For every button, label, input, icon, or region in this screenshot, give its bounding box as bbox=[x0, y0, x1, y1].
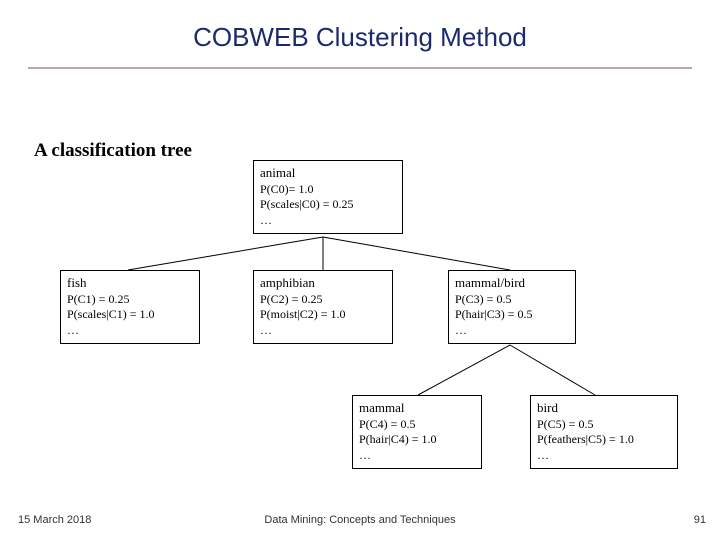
node-cond: P(moist|C2) = 1.0 bbox=[260, 307, 386, 323]
node-label: fish bbox=[67, 275, 193, 292]
node-ellipsis: … bbox=[67, 323, 193, 339]
node-ellipsis: … bbox=[537, 448, 671, 464]
footer-title: Data Mining: Concepts and Techniques bbox=[0, 514, 720, 526]
node-cond: P(hair|C4) = 1.0 bbox=[359, 432, 475, 448]
node-label: bird bbox=[537, 400, 671, 417]
node-ellipsis: … bbox=[260, 213, 396, 229]
node-label: animal bbox=[260, 165, 396, 182]
node-bird: bird P(C5) = 0.5 P(feathers|C5) = 1.0 … bbox=[530, 395, 678, 469]
title-rule bbox=[28, 67, 692, 69]
node-prob: P(C0)= 1.0 bbox=[260, 182, 396, 198]
node-cond: P(hair|C3) = 0.5 bbox=[455, 307, 569, 323]
node-prob: P(C2) = 0.25 bbox=[260, 292, 386, 308]
node-ellipsis: … bbox=[359, 448, 475, 464]
node-label: mammal/bird bbox=[455, 275, 569, 292]
page-number: 91 bbox=[694, 514, 706, 526]
node-mammalbird: mammal/bird P(C3) = 0.5 P(hair|C3) = 0.5… bbox=[448, 270, 576, 344]
node-cond: P(scales|C0) = 0.25 bbox=[260, 197, 396, 213]
slide-title: COBWEB Clustering Method bbox=[0, 0, 720, 53]
node-ellipsis: … bbox=[260, 323, 386, 339]
node-mammal: mammal P(C4) = 0.5 P(hair|C4) = 1.0 … bbox=[352, 395, 482, 469]
node-prob: P(C4) = 0.5 bbox=[359, 417, 475, 433]
node-amphibian: amphibian P(C2) = 0.25 P(moist|C2) = 1.0… bbox=[253, 270, 393, 344]
node-prob: P(C5) = 0.5 bbox=[537, 417, 671, 433]
node-cond: P(feathers|C5) = 1.0 bbox=[537, 432, 671, 448]
node-ellipsis: … bbox=[455, 323, 569, 339]
node-fish: fish P(C1) = 0.25 P(scales|C1) = 1.0 … bbox=[60, 270, 200, 344]
node-cond: P(scales|C1) = 1.0 bbox=[67, 307, 193, 323]
node-prob: P(C3) = 0.5 bbox=[455, 292, 569, 308]
diagram-caption: A classification tree bbox=[34, 140, 192, 162]
node-label: mammal bbox=[359, 400, 475, 417]
node-label: amphibian bbox=[260, 275, 386, 292]
node-prob: P(C1) = 0.25 bbox=[67, 292, 193, 308]
node-animal: animal P(C0)= 1.0 P(scales|C0) = 0.25 … bbox=[253, 160, 403, 234]
